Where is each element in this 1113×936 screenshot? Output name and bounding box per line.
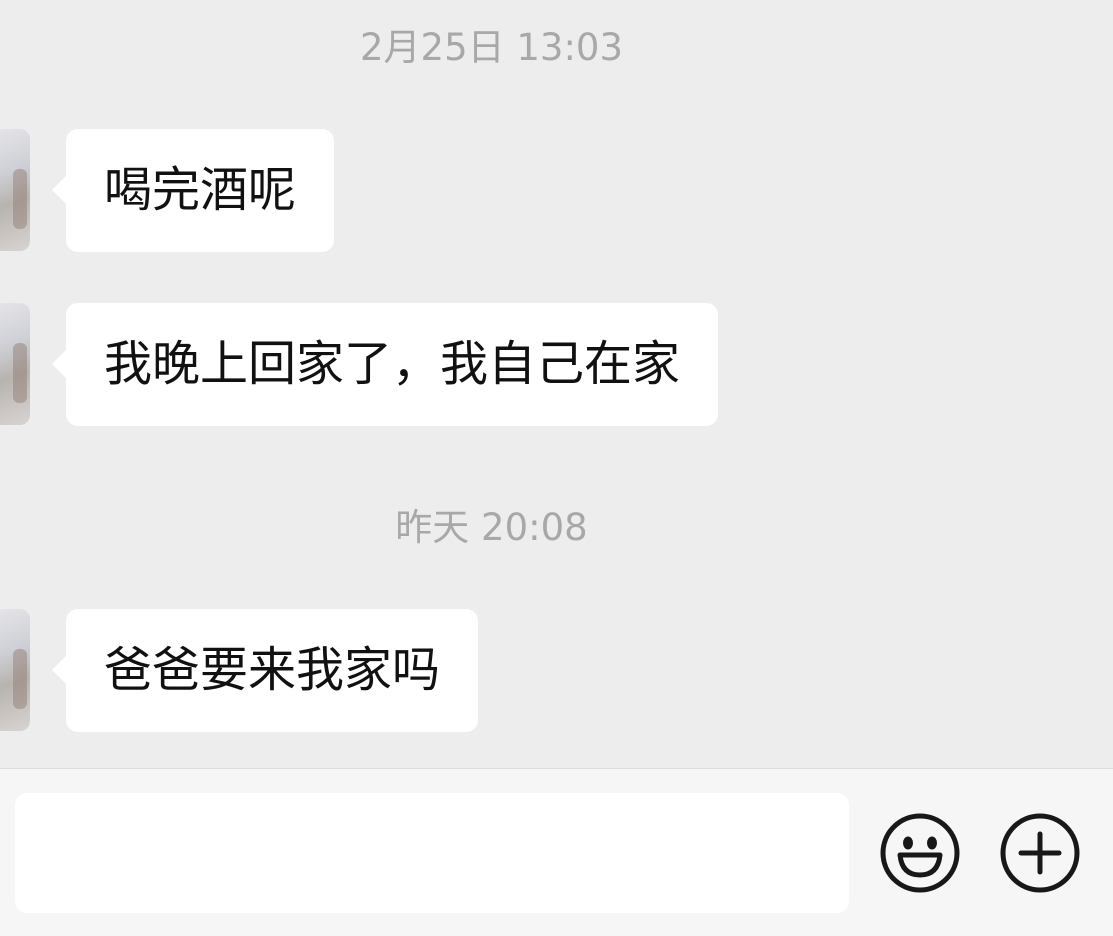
timestamp: 2月25日 13:03: [359, 26, 623, 69]
input-bar: [0, 768, 1113, 936]
avatar[interactable]: [0, 303, 30, 425]
timestamp: 昨天 20:08: [395, 506, 588, 549]
plus-icon[interactable]: [1000, 813, 1080, 893]
emoji-icon[interactable]: [880, 813, 960, 893]
avatar[interactable]: [0, 609, 30, 731]
message-bubble[interactable]: 爸爸要来我家吗: [51, 609, 479, 732]
message-input[interactable]: [15, 793, 849, 913]
message-bubble[interactable]: 喝完酒呢: [51, 129, 335, 252]
avatar[interactable]: [0, 129, 30, 251]
message-bubble[interactable]: 我晚上回家了，我自己在家: [51, 303, 719, 426]
